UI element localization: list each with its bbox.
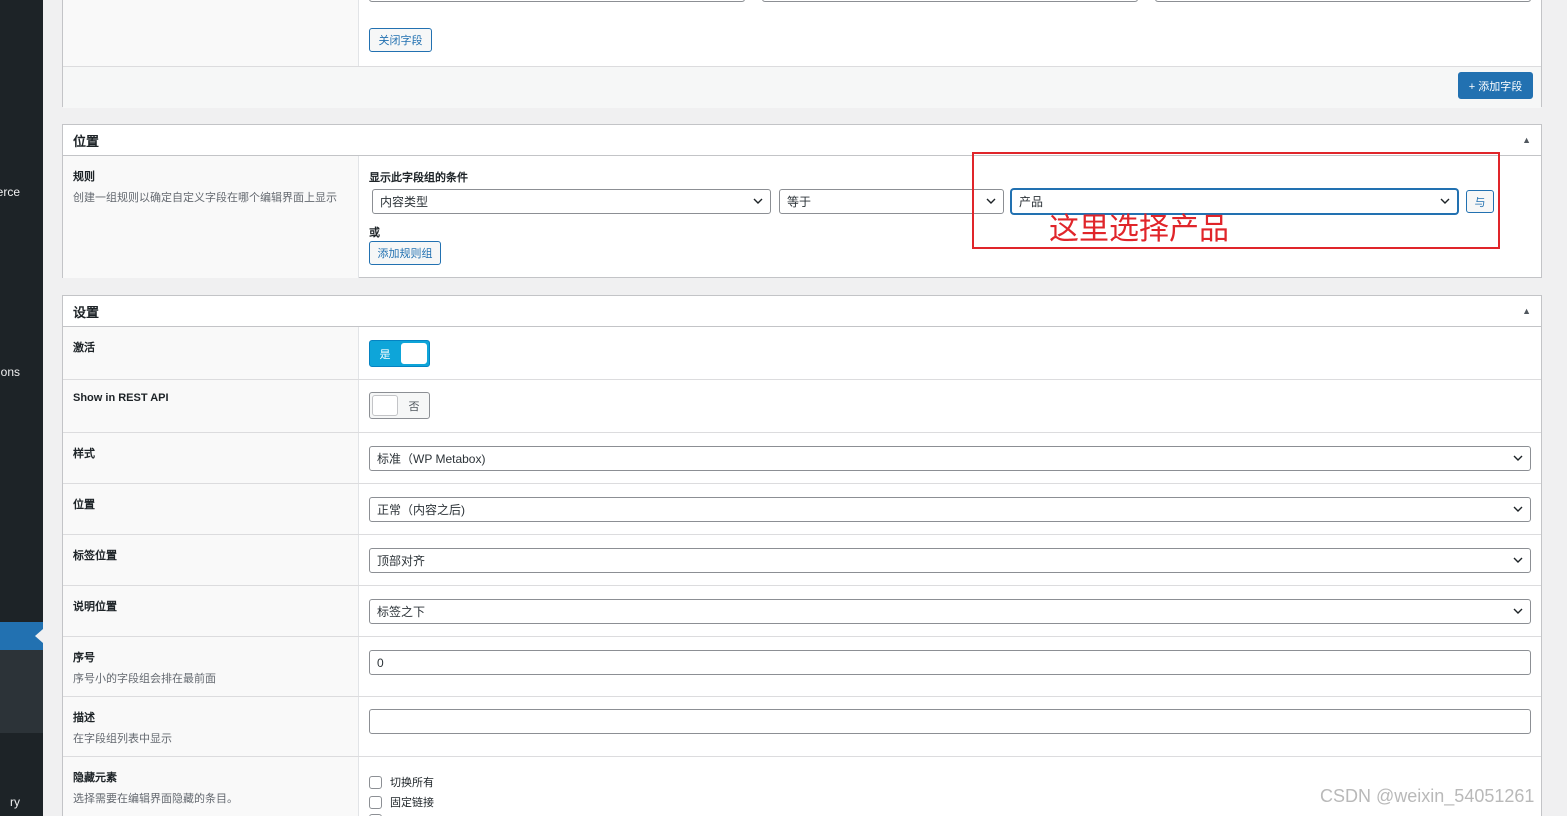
setting-label-cell: 隐藏元素 选择需要在编辑界面隐藏的条目。: [63, 757, 359, 816]
order-label: 序号: [73, 652, 95, 664]
setting-row-instruction-placement: 说明位置 标签之下: [63, 586, 1541, 637]
setting-row-description: 描述 在字段组列表中显示: [63, 697, 1541, 757]
or-label: 或: [369, 227, 380, 239]
rules-label: 规则: [73, 171, 95, 183]
instruction-placement-select[interactable]: 标签之下: [369, 599, 1531, 624]
rest-api-label: Show in REST API: [73, 392, 169, 404]
chevron-down-icon: [1513, 608, 1523, 614]
setting-body: 标准（WP Metabox): [359, 433, 1541, 483]
setting-label-cell: 描述 在字段组列表中显示: [63, 697, 359, 756]
hide-option-permalink[interactable]: 固定链接: [369, 794, 434, 810]
label-placement-value: 顶部对齐: [377, 554, 426, 568]
settings-panel-header[interactable]: 设置 ▲: [63, 296, 1541, 327]
rule-param-select[interactable]: 内容类型: [372, 189, 771, 214]
rules-description: 创建一组规则以确定自定义字段在哪个编辑界面上显示: [73, 192, 337, 204]
style-select[interactable]: 标准（WP Metabox): [369, 446, 1531, 471]
collapse-arrow-icon[interactable]: ▲: [1522, 306, 1531, 316]
position-select[interactable]: 正常（内容之后): [369, 497, 1531, 522]
settings-panel-title: 设置: [73, 304, 100, 320]
field-input-partial[interactable]: [762, 0, 1138, 2]
rule-param-value: 内容类型: [380, 195, 429, 209]
sidebar-item-addons[interactable]: ldons: [0, 365, 20, 379]
close-field-button[interactable]: 关闭字段: [369, 28, 432, 52]
chevron-down-icon: [753, 198, 763, 204]
sidebar-item-commerce[interactable]: erce: [0, 185, 20, 199]
fields-footer: + 添加字段: [63, 67, 1541, 108]
setting-body: 标签之下: [359, 586, 1541, 636]
chevron-down-icon: [1513, 557, 1523, 563]
style-select-value: 标准（WP Metabox): [377, 452, 486, 466]
label-placement-label: 标签位置: [73, 550, 117, 562]
field-row-body: 关闭字段: [359, 0, 1541, 66]
condition-heading: 显示此字段组的条件: [369, 172, 468, 184]
setting-label-cell: 激活: [63, 327, 359, 379]
rules-label-cell: 规则 创建一组规则以确定自定义字段在哪个编辑界面上显示: [63, 156, 359, 278]
description-input[interactable]: [369, 709, 1531, 734]
admin-sidebar: erce ldons ry: [0, 0, 43, 816]
instruction-placement-value: 标签之下: [377, 605, 426, 619]
setting-label-cell: 说明位置: [63, 586, 359, 636]
chevron-down-icon: [1513, 455, 1523, 461]
setting-row-label-placement: 标签位置 顶部对齐: [63, 535, 1541, 586]
hide-option-label: 固定链接: [390, 797, 434, 809]
setting-body: 正常（内容之后): [359, 484, 1541, 534]
setting-body: [359, 697, 1541, 756]
toggle-knob: [401, 343, 427, 364]
add-rule-group-button[interactable]: 添加规则组: [369, 241, 441, 265]
setting-label-cell: 样式: [63, 433, 359, 483]
position-select-value: 正常（内容之后): [377, 503, 465, 517]
sidebar-submenu: [0, 650, 43, 733]
settings-panel: 设置 ▲ 激活 是 Show in REST API 否 样式 标准（WP Me…: [62, 295, 1542, 816]
order-input[interactable]: 0: [369, 650, 1531, 675]
sidebar-active-indicator: [35, 629, 43, 643]
annotation-text: 这里选择产品: [1049, 212, 1229, 247]
hide-on-screen-description: 选择需要在编辑界面隐藏的条目。: [73, 793, 238, 805]
field-settings-row: 关闭字段: [63, 0, 1541, 67]
add-field-button[interactable]: + 添加字段: [1458, 72, 1533, 99]
setting-body: 是: [359, 327, 1541, 379]
watermark: CSDN @weixin_54051261: [1320, 786, 1535, 806]
rule-operator-value: 等于: [787, 195, 812, 209]
location-panel-title: 位置: [73, 133, 100, 149]
style-label: 样式: [73, 448, 95, 460]
field-input-partial[interactable]: [369, 0, 745, 2]
setting-body: 否: [359, 380, 1541, 432]
instruction-placement-label: 说明位置: [73, 601, 117, 613]
setting-row-order: 序号 序号小的字段组会排在最前面 0: [63, 637, 1541, 697]
active-label: 激活: [73, 342, 95, 354]
hide-option-toggle-all[interactable]: 切换所有: [369, 774, 434, 790]
setting-body: 0: [359, 637, 1541, 696]
rule-operator-select[interactable]: 等于: [779, 189, 1004, 214]
setting-label-cell: 位置: [63, 484, 359, 534]
hide-on-screen-label: 隐藏元素: [73, 772, 117, 784]
rest-api-toggle[interactable]: 否: [369, 392, 430, 419]
setting-label-cell: 序号 序号小的字段组会排在最前面: [63, 637, 359, 696]
active-toggle-label: 是: [379, 348, 391, 361]
setting-row-style: 样式 标准（WP Metabox): [63, 433, 1541, 484]
chevron-down-icon: [1513, 506, 1523, 512]
position-label: 位置: [73, 499, 95, 511]
setting-row-rest-api: Show in REST API 否: [63, 380, 1541, 433]
active-toggle[interactable]: 是: [369, 340, 430, 367]
label-placement-select[interactable]: 顶部对齐: [369, 548, 1531, 573]
sidebar-item-gallery[interactable]: ry: [10, 795, 20, 809]
description-label: 描述: [73, 712, 95, 724]
setting-label-cell: Show in REST API: [63, 380, 359, 432]
rest-api-toggle-label: 否: [408, 400, 420, 413]
field-input-partial[interactable]: [1155, 0, 1531, 2]
checkbox[interactable]: [369, 795, 382, 809]
setting-row-position: 位置 正常（内容之后): [63, 484, 1541, 535]
hide-option-label: 切换所有: [390, 777, 434, 789]
order-description: 序号小的字段组会排在最前面: [73, 673, 216, 685]
setting-row-active: 激活 是: [63, 327, 1541, 380]
field-row-label-cell: [63, 0, 359, 66]
collapse-arrow-icon[interactable]: ▲: [1522, 135, 1531, 145]
setting-label-cell: 标签位置: [63, 535, 359, 585]
fields-panel: 关闭字段 + 添加字段: [62, 0, 1542, 108]
setting-body: 顶部对齐: [359, 535, 1541, 585]
toggle-knob: [372, 395, 398, 416]
description-help: 在字段组列表中显示: [73, 733, 172, 745]
checkbox[interactable]: [369, 775, 382, 789]
